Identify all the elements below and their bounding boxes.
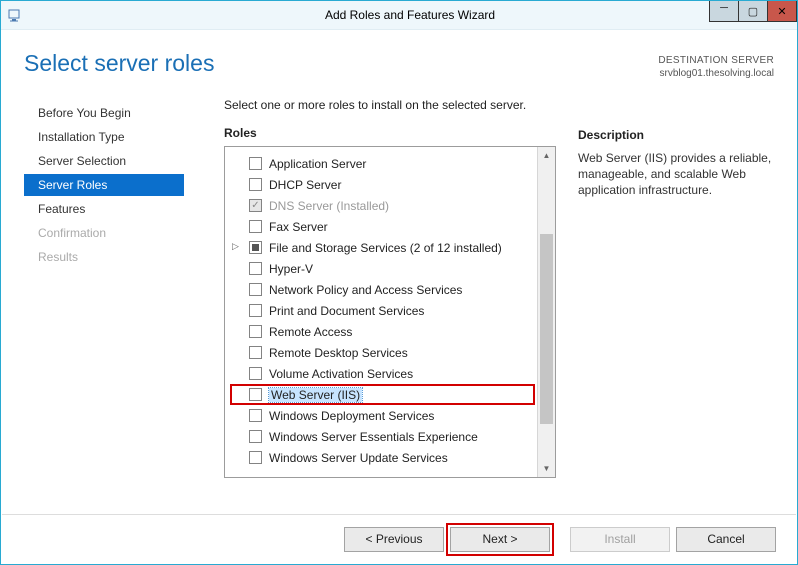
role-item[interactable]: Remote Desktop Services [229, 342, 536, 363]
roles-listbox[interactable]: Application Server DHCP Server ✓ DNS Server… [224, 146, 556, 478]
role-label: Print and Document Services [269, 304, 424, 318]
role-label: DNS Server (Installed) [269, 199, 389, 213]
destination-label: DESTINATION SERVER [658, 54, 774, 67]
window-title: Add Roles and Features Wizard [23, 8, 797, 22]
role-label: Windows Server Essentials Experience [269, 430, 478, 444]
nav-item[interactable]: Before You Begin [24, 102, 184, 124]
page-header: Select server roles DESTINATION SERVER s… [24, 50, 774, 80]
footer: < Previous Next > Install Cancel [2, 514, 796, 563]
role-item[interactable]: Volume Activation Services [229, 363, 536, 384]
main-column: Select one or more roles to install on t… [184, 98, 556, 508]
scroll-track[interactable] [538, 164, 555, 460]
role-checkbox[interactable] [249, 367, 262, 380]
titlebar: Add Roles and Features Wizard ─ ▢ ✕ [1, 1, 797, 30]
window-buttons: ─ ▢ ✕ [710, 1, 797, 22]
cancel-button[interactable]: Cancel [676, 527, 776, 552]
role-checkbox[interactable] [249, 451, 262, 464]
nav-item: Results [24, 246, 184, 268]
role-item[interactable]: Windows Server Essentials Experience [229, 426, 536, 447]
role-checkbox[interactable] [249, 430, 262, 443]
nav-item: Confirmation [24, 222, 184, 244]
nav-item[interactable]: Features [24, 198, 184, 220]
role-label: File and Storage Services (2 of 12 insta… [269, 241, 502, 255]
role-label: Web Server (IIS) [269, 388, 362, 402]
app-icon [7, 7, 23, 23]
role-item[interactable]: ✓ DNS Server (Installed) [229, 195, 536, 216]
role-label: Remote Desktop Services [269, 346, 408, 360]
role-item[interactable]: Application Server [229, 153, 536, 174]
next-button[interactable]: Next > [450, 527, 550, 552]
roles-heading: Roles [224, 126, 556, 140]
role-checkbox: ✓ [249, 199, 262, 212]
description-column: Description Web Server (IIS) provides a … [556, 98, 774, 508]
minimize-button[interactable]: ─ [709, 1, 739, 22]
role-label: Fax Server [269, 220, 328, 234]
scrollbar[interactable]: ▲ ▼ [537, 147, 555, 477]
role-label: Hyper-V [269, 262, 313, 276]
role-item[interactable]: Print and Document Services [229, 300, 536, 321]
role-checkbox[interactable] [249, 325, 262, 338]
role-checkbox[interactable] [249, 241, 262, 254]
body: Before You BeginInstallation TypeServer … [24, 98, 774, 508]
description-heading: Description [578, 128, 774, 142]
nav-item[interactable]: Installation Type [24, 126, 184, 148]
scroll-thumb[interactable] [540, 234, 553, 424]
role-item[interactable]: Fax Server [229, 216, 536, 237]
description-text: Web Server (IIS) provides a reliable, ma… [578, 150, 774, 199]
role-label: Application Server [269, 157, 366, 171]
role-item[interactable]: Hyper-V [229, 258, 536, 279]
nav-item[interactable]: Server Selection [24, 150, 184, 172]
role-checkbox[interactable] [249, 220, 262, 233]
role-checkbox[interactable] [249, 388, 262, 401]
previous-button[interactable]: < Previous [344, 527, 444, 552]
role-checkbox[interactable] [249, 157, 262, 170]
role-item[interactable]: Network Policy and Access Services [229, 279, 536, 300]
role-item[interactable]: ▷ File and Storage Services (2 of 12 inst… [229, 237, 536, 258]
maximize-button[interactable]: ▢ [738, 1, 768, 22]
scroll-down-icon[interactable]: ▼ [538, 460, 555, 477]
role-label: Volume Activation Services [269, 367, 413, 381]
destination-server: srvblog01.thesolving.local [658, 67, 774, 80]
install-button: Install [570, 527, 670, 552]
role-checkbox[interactable] [249, 304, 262, 317]
role-item[interactable]: Windows Server Update Services [229, 447, 536, 468]
role-label: Windows Deployment Services [269, 409, 434, 423]
role-checkbox[interactable] [249, 283, 262, 296]
page-title: Select server roles [24, 50, 214, 80]
role-item[interactable]: DHCP Server [229, 174, 536, 195]
expand-icon[interactable]: ▷ [231, 242, 240, 251]
role-checkbox[interactable] [249, 409, 262, 422]
nav-sidebar: Before You BeginInstallation TypeServer … [24, 98, 184, 508]
role-item[interactable]: Web Server (IIS) [229, 384, 536, 405]
role-label: Windows Server Update Services [269, 451, 448, 465]
role-checkbox[interactable] [249, 178, 262, 191]
role-checkbox[interactable] [249, 262, 262, 275]
nav-item[interactable]: Server Roles [24, 174, 184, 196]
role-label: DHCP Server [269, 178, 341, 192]
instruction-text: Select one or more roles to install on t… [224, 98, 556, 112]
wizard-window: Add Roles and Features Wizard ─ ▢ ✕ Sele… [0, 0, 798, 565]
role-checkbox[interactable] [249, 346, 262, 359]
role-label: Network Policy and Access Services [269, 283, 462, 297]
destination-info: DESTINATION SERVER srvblog01.thesolving.… [658, 50, 774, 80]
content-area: Select server roles DESTINATION SERVER s… [2, 30, 796, 563]
scroll-up-icon[interactable]: ▲ [538, 147, 555, 164]
role-item[interactable]: Remote Access [229, 321, 536, 342]
role-label: Remote Access [269, 325, 352, 339]
role-item[interactable]: Windows Deployment Services [229, 405, 536, 426]
close-button[interactable]: ✕ [767, 1, 797, 22]
